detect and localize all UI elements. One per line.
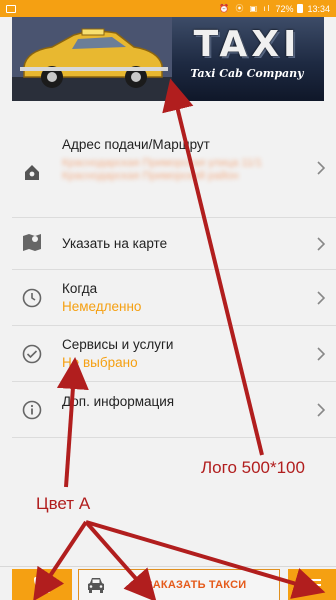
car-icon (79, 576, 113, 594)
chevron-right-icon (314, 288, 328, 308)
taxi-car-image (12, 17, 172, 101)
services-text: Сервисы и услуги Не выбрано (62, 336, 306, 372)
order-menu: Адрес подачи/Маршрут Краснодарская Примо… (12, 118, 336, 438)
clock-icon (20, 286, 44, 310)
home-icon (20, 160, 44, 184)
menu-item-value: Не выбрано (62, 355, 138, 370)
call-button[interactable] (12, 569, 72, 600)
logo-title: TAXI (193, 24, 301, 65)
battery-icon (297, 4, 304, 13)
menu-item-when[interactable]: Когда Немедленно (12, 270, 336, 326)
address-blurred-value: Краснодарская Приморская улица 11/1 Крас… (62, 157, 262, 182)
menu-item-map[interactable]: Указать на карте (12, 218, 336, 270)
chevron-right-icon (314, 344, 328, 364)
address-text: Адрес подачи/Маршрут Краснодарская Примо… (62, 136, 306, 183)
order-taxi-button[interactable]: ЗАКАЗАТЬ ТАКСИ (78, 569, 280, 600)
order-taxi-label: ЗАКАЗАТЬ ТАКСИ (145, 579, 247, 591)
annotation-color-note: Цвет А (36, 494, 91, 513)
menu-item-title: Указать на карте (62, 236, 168, 251)
status-bar: ⏰ ⦿ ▣ ıl 72% 13:34 (0, 0, 336, 17)
status-right: ⏰ ⦿ ▣ ıl 72% 13:34 (219, 3, 330, 14)
menu-item-info[interactable]: Доп. информация (12, 382, 336, 438)
menu-item-title: Когда (62, 281, 98, 296)
hamburger-menu-button[interactable] (288, 569, 336, 600)
menu-item-title: Доп. информация (62, 394, 175, 409)
menu-item-services[interactable]: Сервисы и услуги Не выбрано (12, 326, 336, 382)
bottom-bar: ЗАКАЗАТЬ ТАКСИ (0, 566, 336, 600)
screenshot-icon (6, 4, 16, 13)
phone-icon (34, 575, 50, 593)
menu-item-address[interactable]: Адрес подачи/Маршрут Краснодарская Примо… (12, 118, 336, 218)
menu-item-title: Адрес подачи/Маршрут (62, 137, 210, 152)
check-circle-icon (20, 342, 44, 366)
map-icon (20, 230, 44, 254)
menu-item-value: Немедленно (62, 299, 142, 314)
logo-subtitle: Taxi Cab Company (190, 67, 304, 80)
chevron-right-icon (314, 158, 328, 178)
chevron-right-icon (314, 234, 328, 254)
when-text: Когда Немедленно (62, 280, 306, 316)
battery-percent: 72% (275, 3, 294, 14)
hamburger-icon (303, 579, 321, 591)
logo-banner: TAXI Taxi Cab Company (12, 17, 324, 101)
info-text: Доп. информация (62, 393, 306, 411)
status-time: 13:34 (307, 3, 330, 14)
chevron-right-icon (314, 400, 328, 420)
annotation-logo-note: Лого 500*100 (201, 458, 305, 477)
status-icons: ⏰ ⦿ ▣ ıl (219, 4, 272, 13)
map-text: Указать на карте (62, 235, 306, 253)
info-icon (20, 398, 44, 422)
logo: TAXI Taxi Cab Company (172, 24, 322, 81)
menu-item-title: Сервисы и услуги (62, 337, 174, 352)
